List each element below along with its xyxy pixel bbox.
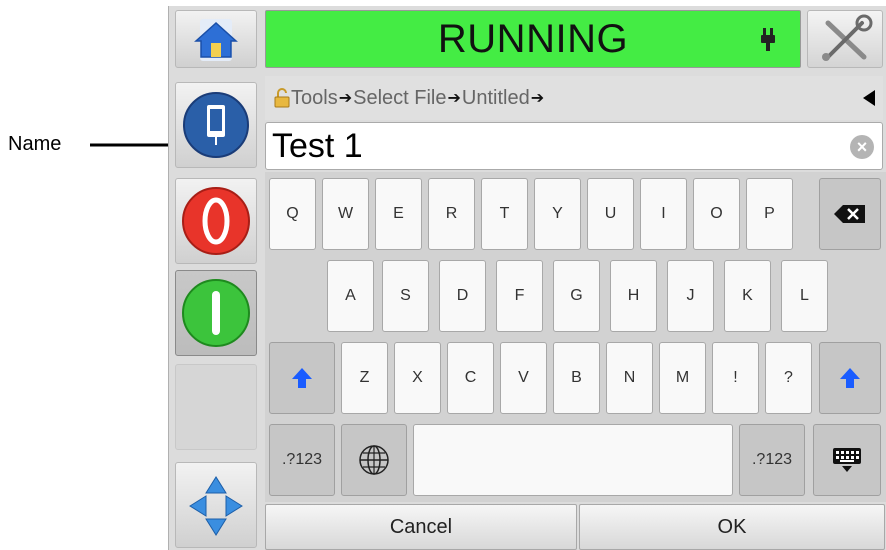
- tools-button[interactable]: [807, 10, 883, 68]
- key-n[interactable]: N: [606, 342, 653, 414]
- key-r[interactable]: R: [428, 178, 475, 250]
- globe-icon: [359, 445, 389, 475]
- breadcrumb-separator: ➔: [447, 90, 461, 107]
- key-q[interactable]: Q: [269, 178, 316, 250]
- tools-icon: [822, 14, 873, 61]
- home-button[interactable]: [175, 10, 257, 68]
- key-a[interactable]: A: [327, 260, 374, 332]
- key-b[interactable]: B: [553, 342, 600, 414]
- cancel-button[interactable]: Cancel: [265, 504, 577, 550]
- shift-arrow-icon: [292, 368, 312, 388]
- ink-cartridge-icon: [183, 92, 249, 158]
- sidebar-empty-slot: [175, 364, 257, 450]
- key-exclamation[interactable]: !: [712, 342, 759, 414]
- key-x[interactable]: X: [394, 342, 441, 414]
- key-y[interactable]: Y: [534, 178, 581, 250]
- globe-key[interactable]: [341, 424, 407, 496]
- navigate-button[interactable]: [175, 462, 257, 548]
- backspace-key[interactable]: [819, 178, 881, 250]
- key-c[interactable]: C: [447, 342, 494, 414]
- ok-button[interactable]: OK: [579, 504, 885, 550]
- key-i[interactable]: I: [640, 178, 687, 250]
- start-icon: [182, 279, 250, 347]
- key-u[interactable]: U: [587, 178, 634, 250]
- key-w[interactable]: W: [322, 178, 369, 250]
- status-bar[interactable]: RUNNING: [265, 10, 801, 68]
- key-o[interactable]: O: [693, 178, 740, 250]
- breadcrumb-item-tools[interactable]: Tools: [291, 87, 338, 110]
- ink-system-button[interactable]: [175, 82, 257, 168]
- start-button[interactable]: [175, 270, 257, 356]
- triangle-left-icon[interactable]: [861, 89, 877, 107]
- key-z[interactable]: Z: [341, 342, 388, 414]
- keyboard-icon: [833, 448, 861, 472]
- key-s[interactable]: S: [382, 260, 429, 332]
- status-text: RUNNING: [437, 17, 629, 61]
- key-m[interactable]: M: [659, 342, 706, 414]
- breadcrumb-item-select-file[interactable]: Select File: [353, 87, 446, 110]
- key-j[interactable]: J: [667, 260, 714, 332]
- space-key[interactable]: [413, 424, 733, 496]
- clear-circle-icon[interactable]: ×: [850, 135, 874, 159]
- breadcrumb-item-untitled[interactable]: Untitled: [462, 87, 530, 110]
- printhead-icon: [761, 28, 775, 51]
- name-input-value: Test 1: [272, 127, 363, 165]
- name-input[interactable]: Test 1 ×: [265, 122, 883, 170]
- key-l[interactable]: L: [781, 260, 828, 332]
- key-d[interactable]: D: [439, 260, 486, 332]
- on-screen-keyboard: Q W E R T Y U I O P A S D F G H J K L Z …: [265, 172, 886, 502]
- stop-button[interactable]: [175, 178, 257, 264]
- key-v[interactable]: V: [500, 342, 547, 414]
- key-h[interactable]: H: [610, 260, 657, 332]
- shift-right-key[interactable]: [819, 342, 881, 414]
- key-k[interactable]: K: [724, 260, 771, 332]
- key-t[interactable]: T: [481, 178, 528, 250]
- breadcrumb-separator: ➔: [530, 90, 545, 107]
- key-e[interactable]: E: [375, 178, 422, 250]
- navigate-arrows-icon: [189, 476, 243, 536]
- key-f[interactable]: F: [496, 260, 543, 332]
- backspace-icon: [834, 205, 865, 223]
- stop-icon: [182, 187, 250, 255]
- symbols-left-key[interactable]: .?123: [269, 424, 335, 496]
- breadcrumb-separator: ➔: [338, 90, 353, 107]
- shift-left-key[interactable]: [269, 342, 335, 414]
- breadcrumb: Tools ➔ Select File ➔ Untitled ➔: [265, 76, 883, 120]
- home-icon: [194, 19, 238, 61]
- printer-screen: RUNNING Tools ➔ Select File ➔ Untitled ➔: [168, 6, 886, 550]
- lock-icon: [274, 88, 290, 108]
- hide-keyboard-key[interactable]: [813, 424, 881, 496]
- key-p[interactable]: P: [746, 178, 793, 250]
- shift-arrow-icon: [840, 368, 860, 388]
- symbols-right-key[interactable]: .?123: [739, 424, 805, 496]
- key-g[interactable]: G: [553, 260, 600, 332]
- key-question[interactable]: ?: [765, 342, 812, 414]
